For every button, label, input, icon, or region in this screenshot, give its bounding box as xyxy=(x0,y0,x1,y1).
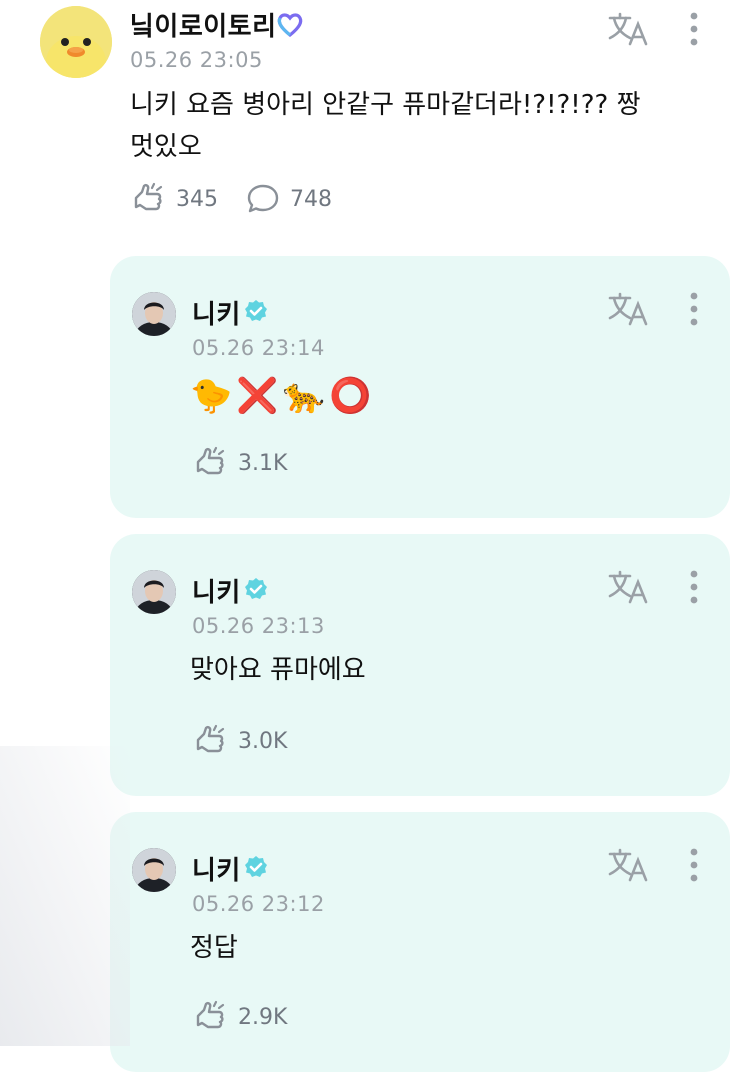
cross-mark-emoji: ❌ xyxy=(236,376,279,416)
like-count: 2.9K xyxy=(238,1004,288,1030)
like-hand-icon xyxy=(196,446,225,475)
profile-photo-icon xyxy=(132,292,176,336)
chick-avatar-icon xyxy=(40,6,112,78)
post-text-line-2: 멋있오 xyxy=(130,132,202,162)
like-hand-icon xyxy=(196,1000,225,1029)
reply-emoji-text: 🐤 ❌ 🐆 ⭕ xyxy=(190,376,371,416)
original-post: 닠이로이토리 05.26 23:05 니키 요즘 병아리 안같구 퓨마같더라!?… xyxy=(0,0,750,240)
like-count: 3.0K xyxy=(238,728,288,754)
heart-badge-icon xyxy=(277,13,303,38)
avatar[interactable] xyxy=(132,570,176,614)
verified-check-icon xyxy=(245,578,267,599)
comment-count: 748 xyxy=(290,186,332,212)
baby-chick-emoji: 🐤 xyxy=(190,376,233,416)
like-button[interactable]: 345 xyxy=(130,182,218,216)
more-vertical-icon[interactable] xyxy=(688,12,700,46)
reply-card: 니키 05.26 23:13 맞아요 퓨마에요 3.0K xyxy=(110,534,730,796)
profile-photo-icon xyxy=(132,848,176,892)
avatar[interactable] xyxy=(132,292,176,336)
like-count: 345 xyxy=(176,186,218,212)
post-timestamp: 05.26 23:05 xyxy=(130,48,263,72)
reply-timestamp: 05.26 23:13 xyxy=(192,614,325,638)
translate-icon[interactable] xyxy=(608,570,650,604)
like-count: 3.1K xyxy=(238,450,288,476)
reply-author-name[interactable]: 니키 xyxy=(192,572,241,609)
translate-icon[interactable] xyxy=(608,848,650,882)
reply-card: 니키 05.26 23:12 정답 2.9K xyxy=(110,812,730,1072)
like-hand-icon xyxy=(134,182,163,211)
reply-author-name[interactable]: 니키 xyxy=(192,850,241,887)
leopard-emoji: 🐆 xyxy=(282,376,326,416)
circle-mark-emoji: ⭕ xyxy=(329,376,372,416)
reply-author-name[interactable]: 니키 xyxy=(192,294,241,331)
like-button[interactable]: 2.9K xyxy=(192,1000,287,1034)
reply-timestamp: 05.26 23:14 xyxy=(192,336,325,360)
avatar[interactable] xyxy=(40,6,112,78)
like-button[interactable]: 3.1K xyxy=(192,446,287,480)
translate-icon[interactable] xyxy=(608,12,650,46)
more-vertical-icon[interactable] xyxy=(688,292,700,326)
translate-icon[interactable] xyxy=(608,292,650,326)
comment-bubble-icon xyxy=(247,184,279,213)
more-vertical-icon[interactable] xyxy=(688,848,700,882)
reply-text: 정답 xyxy=(190,933,238,963)
more-vertical-icon[interactable] xyxy=(688,570,700,604)
like-button[interactable]: 3.0K xyxy=(192,724,287,758)
verified-check-icon xyxy=(245,856,267,877)
post-text-line-1: 니키 요즘 병아리 안같구 퓨마같더라!?!?!?? 짱 xyxy=(130,90,641,120)
comment-button[interactable]: 748 xyxy=(246,182,332,216)
reply-card: 니키 05.26 23:14 🐤 ❌ 🐆 ⭕ 3.1K xyxy=(110,256,730,518)
author-name[interactable]: 닠이로이토리 xyxy=(130,6,277,43)
like-hand-icon xyxy=(196,724,225,753)
reply-text: 맞아요 퓨마에요 xyxy=(190,655,366,685)
verified-check-icon xyxy=(245,300,267,321)
reply-timestamp: 05.26 23:12 xyxy=(192,892,325,916)
avatar[interactable] xyxy=(132,848,176,892)
profile-photo-icon xyxy=(132,570,176,614)
